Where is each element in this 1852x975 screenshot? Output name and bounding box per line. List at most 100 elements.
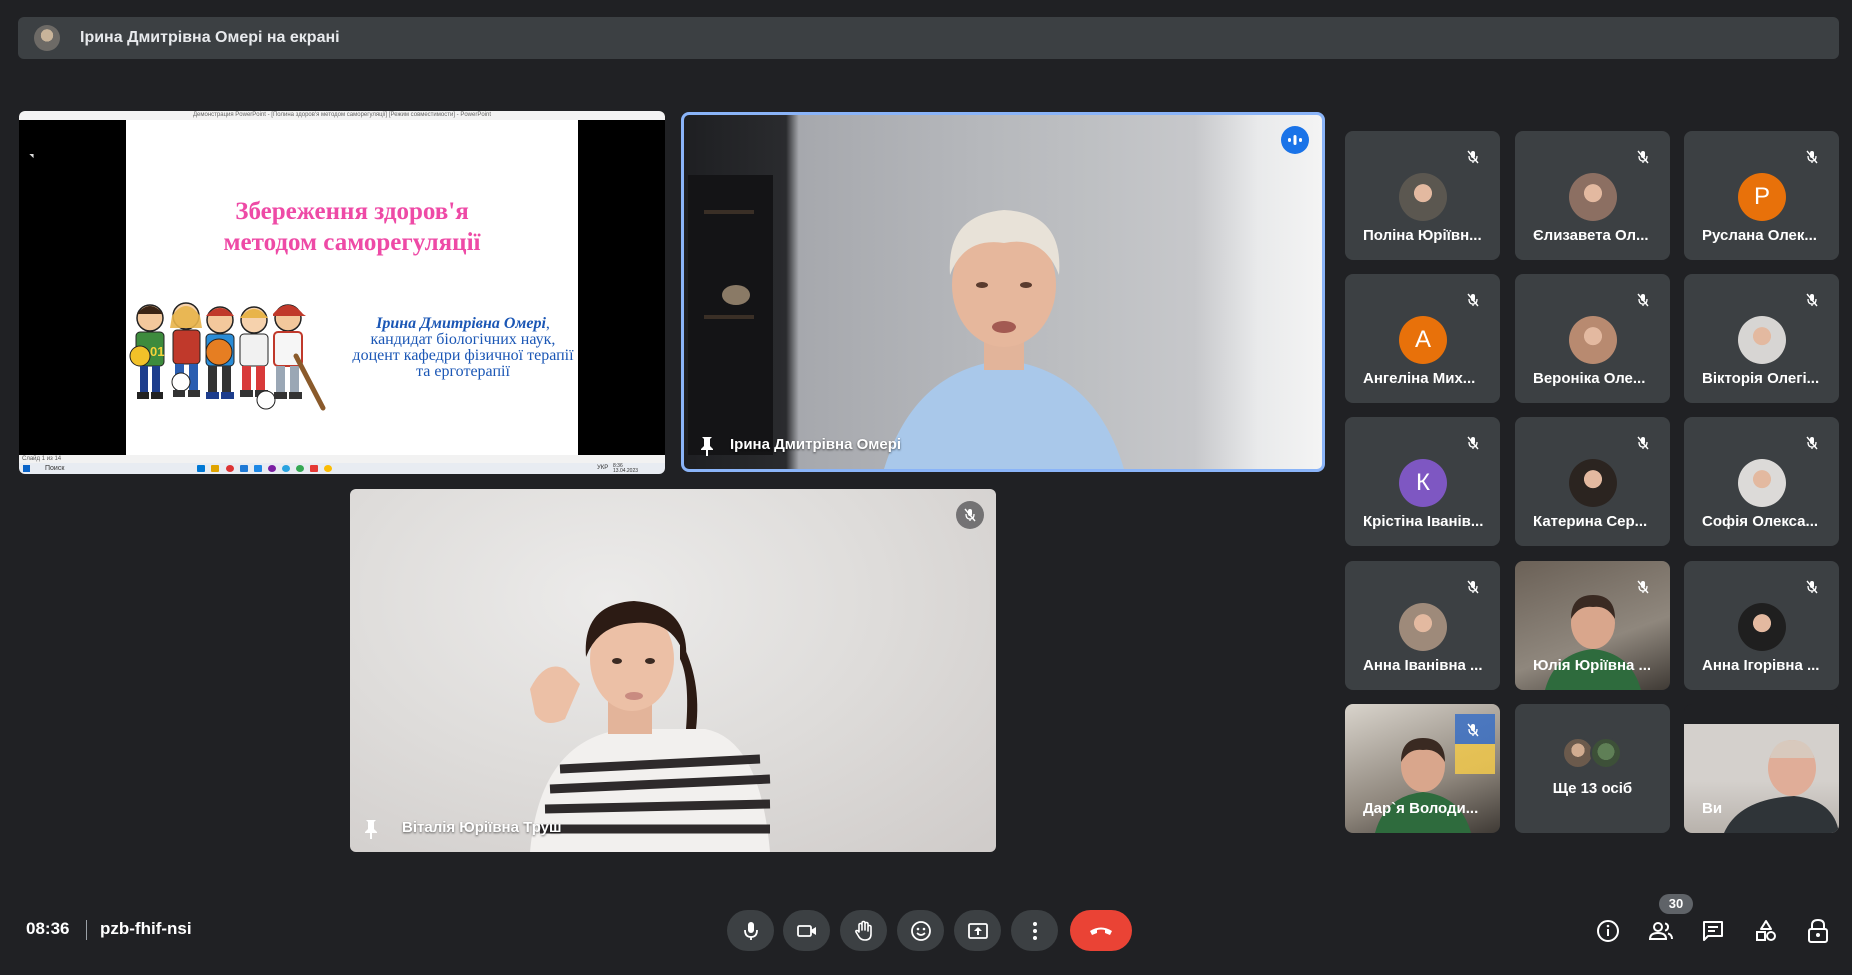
emoji-icon xyxy=(910,920,931,941)
participant-tile[interactable]: Анна Ігорівна ... xyxy=(1684,561,1839,690)
more-participants-avatars xyxy=(1562,737,1624,769)
taskbar-date: 13.04.2023 xyxy=(613,468,639,474)
host-controls-button[interactable] xyxy=(1802,915,1834,947)
participant-tile[interactable]: Ще 13 осіб xyxy=(1515,704,1670,833)
mic-off-icon xyxy=(1806,580,1818,594)
participant-name: Руслана Олек... xyxy=(1702,227,1817,244)
chat-button[interactable] xyxy=(1697,915,1729,947)
taskbar-app-icon xyxy=(296,465,304,472)
participant-tile[interactable]: Ви xyxy=(1684,704,1839,833)
kid-1: 01 xyxy=(129,304,165,399)
participant-tile[interactable]: Анна Іванівна ... xyxy=(1345,561,1500,690)
camera-icon xyxy=(796,924,816,937)
avatar xyxy=(1738,603,1786,651)
taskbar-app-icon xyxy=(254,465,262,472)
avatar xyxy=(1569,459,1617,507)
participant-tile[interactable]: Юлія Юріївна ... xyxy=(1515,561,1670,690)
participant-name: Ви xyxy=(1702,800,1723,817)
slide-title-line-2: методом саморегуляції xyxy=(223,229,481,256)
pin-icon[interactable] xyxy=(698,435,716,457)
participant-tile[interactable]: Катерина Сер... xyxy=(1515,417,1670,546)
participant-name: Ангеліна Мих... xyxy=(1363,370,1476,387)
participant-name: Віталія Юріївна Труш xyxy=(402,819,562,836)
mic-off-icon xyxy=(1637,580,1649,594)
mic-off-icon xyxy=(1637,436,1649,450)
participant-name: Юлія Юріївна ... xyxy=(1533,657,1652,674)
muted-indicator xyxy=(1798,429,1826,457)
mic-off-icon xyxy=(1467,436,1479,450)
meeting-info-button[interactable] xyxy=(1592,915,1624,947)
participant-tile[interactable]: А Ангеліна Мих... xyxy=(1345,274,1500,403)
participant-name: Крістіна Іванів... xyxy=(1363,513,1484,530)
presenter-avatar xyxy=(34,25,60,51)
participant-tile[interactable]: Софія Олекса... xyxy=(1684,417,1839,546)
taskbar-language: УКР xyxy=(597,465,609,471)
participant-tile[interactable]: Вікторія Олегі... xyxy=(1684,274,1839,403)
participant-video-tile[interactable]: Віталія Юріївна Труш xyxy=(350,489,996,852)
presentation-window-title: Демонстрация PowerPoint - [Полина здоров… xyxy=(19,111,665,120)
participant-name: Анна Ігорівна ... xyxy=(1702,657,1820,674)
svg-text:01: 01 xyxy=(150,344,164,359)
activities-button[interactable] xyxy=(1750,915,1782,947)
participant-name: Анна Іванівна ... xyxy=(1363,657,1483,674)
mic-off-icon xyxy=(1467,723,1479,737)
participant-tile[interactable]: К Крістіна Іванів... xyxy=(1345,417,1500,546)
raise-hand-button[interactable] xyxy=(840,910,887,951)
muted-indicator xyxy=(1459,573,1487,601)
slide-title: Збереження здоров'я методом саморегуляці… xyxy=(126,196,578,258)
muted-indicator xyxy=(1459,286,1487,314)
self-view-letterbox xyxy=(1684,704,1839,724)
mic-off-icon xyxy=(1637,150,1649,164)
presentation-tile[interactable]: Демонстрация PowerPoint - [Полина здоров… xyxy=(19,111,665,474)
present-button[interactable] xyxy=(954,910,1001,951)
speaker-name: Ірина Дмитрівна Омері xyxy=(730,436,902,453)
presenting-banner: Ірина Дмитрівна Омері на екрані xyxy=(18,17,1839,59)
participant-name: Ще 13 осіб xyxy=(1552,780,1633,797)
muted-indicator xyxy=(1629,143,1657,171)
mic-off-icon xyxy=(964,508,976,522)
avatar: Р xyxy=(1738,173,1786,221)
speaker-tile[interactable]: Ірина Дмитрівна Омері xyxy=(681,112,1325,472)
mic-button[interactable] xyxy=(727,910,774,951)
presenting-banner-text: Ірина Дмитрівна Омері на екрані xyxy=(80,29,340,46)
participant-tile[interactable]: Поліна Юріївн... xyxy=(1345,131,1500,260)
avatar: А xyxy=(1399,316,1447,364)
slide-author-name: Ірина Дмитрівна Омері xyxy=(376,315,546,332)
camera-button[interactable] xyxy=(783,910,830,951)
speaking-indicator xyxy=(1281,126,1309,154)
participant-name: Дар`я Володи... xyxy=(1363,800,1479,817)
kids-illustration: 01 xyxy=(129,302,326,411)
slide-author: Ірина Дмитрівна Омері, кандидат біологіч… xyxy=(352,315,574,380)
pin-icon[interactable] xyxy=(362,818,380,840)
kid-3 xyxy=(205,306,235,399)
present-icon xyxy=(967,922,988,939)
taskbar-search: Поиск xyxy=(45,465,65,472)
presentation-status-bar: Слайд 1 из 14 xyxy=(19,455,665,463)
slide-author-description: кандидат біологічних наук, доцент кафедр… xyxy=(352,331,574,380)
audio-level-icon xyxy=(1288,135,1302,145)
more-icon xyxy=(1032,921,1037,940)
participant-tile[interactable]: Єлизавета Ол... xyxy=(1515,131,1670,260)
taskbar-app-icon xyxy=(324,465,332,472)
more-options-button[interactable] xyxy=(1011,910,1058,951)
taskbar-app-icon xyxy=(282,465,290,472)
mic-off-icon xyxy=(1637,293,1649,307)
meeting-code: pzb-fhif-nsi xyxy=(100,919,192,938)
slide: Збереження здоров'я методом саморегуляці… xyxy=(126,120,578,455)
participants-count-badge: 30 xyxy=(1659,894,1693,914)
people-button[interactable] xyxy=(1645,915,1677,947)
cursor-icon xyxy=(29,151,36,159)
participant-tile[interactable]: Р Руслана Олек... xyxy=(1684,131,1839,260)
end-call-button[interactable] xyxy=(1070,910,1132,951)
windows-taskbar: Поиск УКР 8:36 13.04.2023 xyxy=(19,463,665,474)
slide-counter: Слайд 1 из 14 xyxy=(22,456,62,462)
participant-tile[interactable]: Дар`я Володи... xyxy=(1345,704,1500,833)
taskbar-app-icon xyxy=(268,465,276,472)
participant-name: Софія Олекса... xyxy=(1702,513,1819,530)
muted-indicator xyxy=(1629,286,1657,314)
participant-video xyxy=(530,601,771,852)
participant-tile[interactable]: Вероніка Оле... xyxy=(1515,274,1670,403)
taskbar-app-icon xyxy=(211,465,219,472)
emoji-button[interactable] xyxy=(897,910,944,951)
windows-start-icon xyxy=(23,465,30,472)
